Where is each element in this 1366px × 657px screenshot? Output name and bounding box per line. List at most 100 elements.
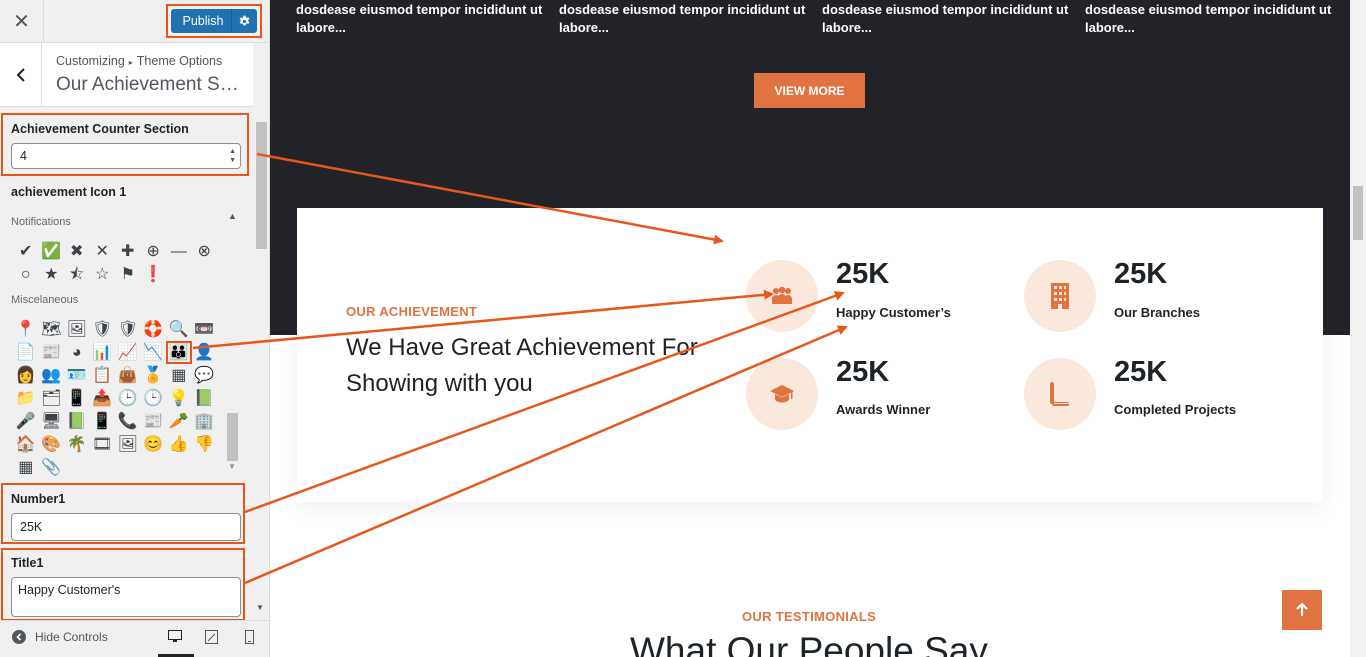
picker-icon[interactable]: ⚑ xyxy=(115,263,141,286)
chevron-left-icon xyxy=(16,68,25,82)
picker-icon[interactable]: 🏅 xyxy=(141,364,167,387)
back-to-top-button[interactable] xyxy=(1282,590,1322,630)
selected-picker-icon[interactable]: 👪 xyxy=(166,341,192,364)
picker-icon[interactable]: 📁 xyxy=(13,387,39,410)
picker-icon[interactable]: 👍 xyxy=(166,433,192,456)
breadcrumb-root: Customizing xyxy=(56,54,125,68)
picker-icon[interactable]: 🗂 xyxy=(39,387,65,410)
site-preview: dosdease eiusmod tempor incididunt ut la… xyxy=(270,0,1366,657)
picker-icon[interactable]: 🔍 xyxy=(166,318,192,341)
people-icon xyxy=(772,286,792,304)
close-customizer-button[interactable]: ✕ xyxy=(0,0,44,43)
picker-icon[interactable]: 📍 xyxy=(13,318,39,341)
icon-picker-scroll-thumb[interactable] xyxy=(227,413,238,461)
picker-icon[interactable]: ★ xyxy=(39,263,65,286)
picker-icon[interactable]: ☆ xyxy=(90,263,116,286)
picker-icon[interactable]: 🏢 xyxy=(192,410,218,433)
counter-input[interactable]: 4 ▲ ▼ xyxy=(11,143,241,169)
picker-icon[interactable]: 🛡 xyxy=(115,318,141,341)
picker-icon[interactable]: 📰 xyxy=(141,410,167,433)
picker-icon[interactable]: 📱 xyxy=(90,410,116,433)
picker-icon[interactable]: 📤 xyxy=(90,387,116,410)
picker-icon[interactable]: — xyxy=(166,240,192,263)
desktop-icon[interactable] xyxy=(168,630,182,646)
picker-icon[interactable]: 🕒 xyxy=(115,387,141,410)
section-title: Our Achievement Setti... xyxy=(56,74,244,95)
picker-icon[interactable]: 🌴 xyxy=(64,433,90,456)
picker-icon[interactable]: 📞 xyxy=(115,410,141,433)
picker-icon[interactable]: 👩 xyxy=(13,364,39,387)
picker-icon[interactable]: ▦ xyxy=(166,364,192,387)
picker-icon[interactable]: ❗ xyxy=(141,263,167,286)
picker-icon[interactable]: 🗺 xyxy=(39,318,65,341)
arrow-up-icon xyxy=(1296,603,1308,616)
picker-icon[interactable]: 🛡 xyxy=(90,318,116,341)
mobile-icon[interactable] xyxy=(245,630,254,647)
picker-icon[interactable]: ◕ xyxy=(64,341,90,364)
testimonials-heading: What Our People Say xyxy=(630,630,988,657)
picker-scroll-up-icon[interactable]: ▲ xyxy=(228,211,237,221)
picker-icon[interactable]: 🪪 xyxy=(64,364,90,387)
picker-icon[interactable]: 📗 xyxy=(192,387,218,410)
picker-icon[interactable]: 👥 xyxy=(39,364,65,387)
view-more-button[interactable]: VIEW MORE xyxy=(754,73,865,108)
picker-icon[interactable]: 🏠 xyxy=(13,433,39,456)
title-textarea[interactable]: Happy Customer's xyxy=(11,577,241,617)
sidebar-scroll-thumb[interactable] xyxy=(256,122,267,249)
number-input[interactable]: 25K xyxy=(11,513,241,541)
picker-icon[interactable]: 👎 xyxy=(192,433,218,456)
picker-icon[interactable]: 📈 xyxy=(115,341,141,364)
picker-icon[interactable]: 📼 xyxy=(192,318,218,341)
picker-icon[interactable]: 🎞 xyxy=(90,433,116,456)
title-label: Title1 xyxy=(11,556,44,570)
picker-icon[interactable]: 📰 xyxy=(39,341,65,364)
stat-label: Awards Winner xyxy=(836,402,931,417)
picker-icon[interactable]: 💬 xyxy=(192,364,218,387)
picker-icon[interactable]: 📱 xyxy=(64,387,90,410)
picker-icon[interactable]: ○ xyxy=(13,263,39,286)
publish-label: Publish xyxy=(182,14,224,28)
picker-icon[interactable]: ✔ xyxy=(13,240,39,263)
stepper-arrows-icon[interactable]: ▲ ▼ xyxy=(229,147,236,165)
preview-scroll-thumb[interactable] xyxy=(1353,186,1363,240)
publish-button[interactable]: Publish xyxy=(171,9,257,33)
picker-icon[interactable]: 📊 xyxy=(90,341,116,364)
picker-icon[interactable]: 📗 xyxy=(64,410,90,433)
picker-icon[interactable]: ✖ xyxy=(64,240,90,263)
picker-icon[interactable]: 📄 xyxy=(13,341,39,364)
picker-icon[interactable]: 🛟 xyxy=(141,318,167,341)
tablet-icon[interactable] xyxy=(205,630,218,647)
picker-icon[interactable]: 🕒 xyxy=(141,387,167,410)
picker-icon[interactable]: 😊 xyxy=(141,433,167,456)
picker-scroll-down-icon[interactable]: ▼ xyxy=(228,462,236,471)
breadcrumb: Customizing ▸ Theme Options xyxy=(56,54,222,68)
picker-icon[interactable]: 📋 xyxy=(90,364,116,387)
sidebar-scrollbar[interactable] xyxy=(253,107,269,620)
picker-icon[interactable]: ✅ xyxy=(39,240,65,263)
service-excerpt: dosdease eiusmod tempor incididunt ut la… xyxy=(559,2,806,35)
picker-icon[interactable]: ✚ xyxy=(115,240,141,263)
picker-icon[interactable]: 📎 xyxy=(39,456,65,479)
hide-controls-button[interactable]: Hide Controls xyxy=(12,630,108,644)
picker-icon[interactable]: 🥕 xyxy=(166,410,192,433)
picker-icon[interactable]: ✕ xyxy=(90,240,116,263)
service-excerpt: dosdease eiusmod tempor incididunt ut la… xyxy=(822,2,1069,35)
picker-icon[interactable]: ▦ xyxy=(13,456,39,479)
picker-icon[interactable]: ⊗ xyxy=(192,240,218,263)
stat-number: 25K xyxy=(836,258,890,290)
scroll-down-arrow-icon[interactable]: ▼ xyxy=(256,603,264,612)
picker-icon[interactable]: 🖼 xyxy=(115,433,141,456)
picker-icon[interactable]: ⯪ xyxy=(64,263,90,286)
preview-scrollbar[interactable] xyxy=(1350,0,1366,657)
picker-icon[interactable]: 📉 xyxy=(141,341,167,364)
picker-icon[interactable]: ⊕ xyxy=(141,240,167,263)
picker-icon[interactable]: 👜 xyxy=(115,364,141,387)
picker-icon[interactable]: 🎤 xyxy=(13,410,39,433)
back-button[interactable] xyxy=(0,43,42,107)
picker-icon[interactable]: 🖥 xyxy=(39,410,65,433)
picker-icon[interactable]: 🖼 xyxy=(64,318,90,341)
picker-icon[interactable]: 💡 xyxy=(166,387,192,410)
picker-icon[interactable]: 🎨 xyxy=(39,433,65,456)
gear-icon[interactable] xyxy=(231,9,257,33)
picker-icon[interactable]: 👤 xyxy=(192,341,218,364)
